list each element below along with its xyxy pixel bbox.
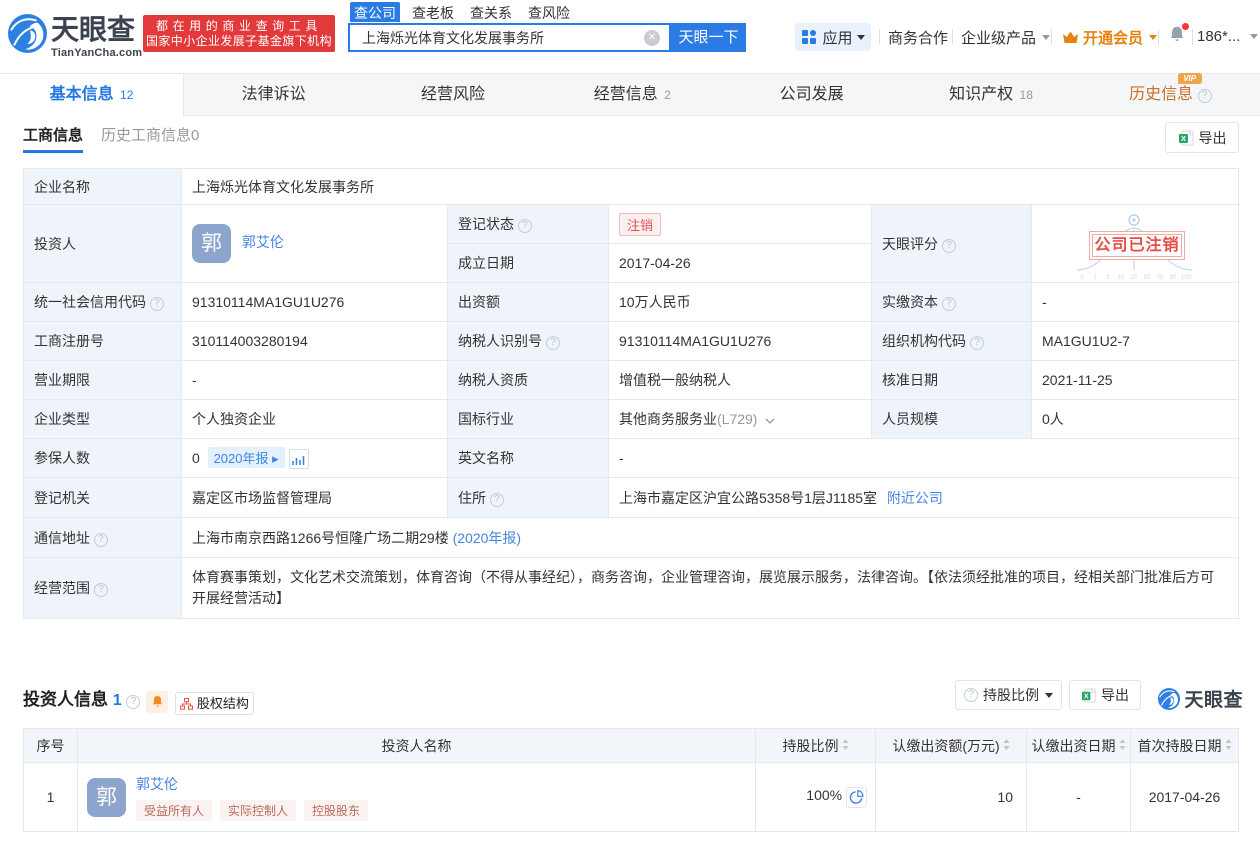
svg-text:90: 90: [1170, 275, 1177, 281]
svg-text:X: X: [1084, 693, 1089, 700]
svg-text:50: 50: [1144, 275, 1151, 281]
svg-text:70: 70: [1157, 275, 1164, 281]
svg-text:100: 100: [1181, 275, 1192, 281]
svg-text:10: 10: [1118, 275, 1125, 281]
svg-text:X: X: [1180, 134, 1185, 143]
svg-text:2: 2: [1106, 275, 1110, 281]
svg-text:20: 20: [1131, 275, 1138, 281]
svg-text:1: 1: [1093, 275, 1097, 281]
svg-text:0: 0: [1080, 275, 1084, 281]
